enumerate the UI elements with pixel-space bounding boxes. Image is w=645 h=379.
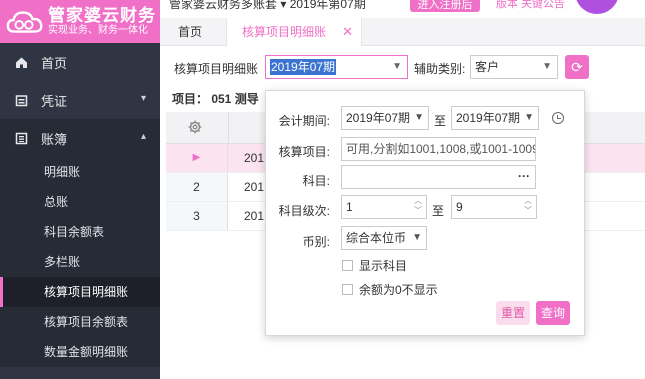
- row-index: 3: [166, 202, 228, 230]
- toolbar: 核算项目明细账 2019年07期 ▼ 辅助类别: 客户 ▼ ⟳: [160, 46, 645, 88]
- clock-icon[interactable]: [552, 112, 564, 124]
- company-selector[interactable]: 管家婆云财务多账套 ▾ 2019年第07期: [169, 0, 366, 12]
- tab-home[interactable]: 首页: [160, 18, 226, 46]
- period-from-select[interactable]: 2019年07期 ▼: [341, 106, 429, 130]
- chevron-down-icon: ▼: [414, 112, 424, 123]
- tab-label: 核算项目明细账: [242, 25, 327, 39]
- sidebar-subitem-detail[interactable]: 明细账: [0, 157, 160, 187]
- stepper-icon[interactable]: ︿ ﹀: [524, 196, 532, 216]
- column-divider: [228, 112, 229, 144]
- sidebar-item-voucher[interactable]: 凭证 ▾: [0, 81, 160, 119]
- more-icon[interactable]: ···: [518, 166, 530, 187]
- refresh-button[interactable]: ⟳: [565, 55, 589, 79]
- aux-category-label: 辅助类别:: [414, 62, 466, 76]
- report-label: 核算项目明细账: [174, 62, 259, 76]
- to-label: 至: [434, 114, 447, 128]
- aux-category-value: 客户: [475, 60, 500, 74]
- checkbox-box[interactable]: [342, 260, 353, 271]
- chevron-down-icon: ▼: [412, 232, 422, 243]
- sidebar-subitem-item-detail[interactable]: 核算项目明细账: [0, 277, 160, 307]
- checkbox-box[interactable]: [342, 284, 353, 295]
- subject-input[interactable]: ···: [341, 165, 536, 189]
- period-to-select[interactable]: 2019年07期 ▼: [451, 106, 539, 130]
- cloud-logo-icon: [6, 10, 43, 33]
- filter-popup: 会计期间: 2019年07期 ▼ 至 2019年07期 ▼ 核算项目: 可用,分…: [265, 90, 585, 336]
- row-pointer-icon: ▶: [166, 144, 228, 172]
- item-label: 核算项目:: [278, 145, 330, 159]
- table-cell: 201: [244, 209, 265, 223]
- period-from-value: 2019年07期: [346, 111, 411, 125]
- to-label: 至: [432, 204, 445, 218]
- sidebar-item-books[interactable]: 账簿 ▴: [0, 119, 160, 157]
- sidebar-subitem-item-balance[interactable]: 核算项目余额表: [0, 307, 160, 337]
- sidebar-subitem-balance[interactable]: 科目余额表: [0, 217, 160, 247]
- logo-subtitle: 实现业务、财务一体化: [48, 25, 148, 37]
- period-value: 2019年07期: [270, 59, 337, 75]
- chevron-down-icon: ▼: [542, 61, 552, 72]
- currency-select[interactable]: 综合本位币 ▼: [341, 226, 427, 250]
- currency-label: 币别:: [302, 235, 330, 249]
- sidebar-item-label: 首页: [41, 55, 68, 71]
- tab-bar: 首页 核算项目明细账 ✕: [160, 18, 645, 46]
- stepper-icon[interactable]: ︿ ﹀: [414, 196, 422, 216]
- item-code-input[interactable]: 可用,分割如1001,1008,或1001-1009: [341, 137, 536, 161]
- sidebar-subitem-general[interactable]: 总账: [0, 187, 160, 217]
- level-from-value: 1: [346, 200, 353, 214]
- item-code-placeholder: 可用,分割如1001,1008,或1001-1009: [346, 142, 536, 156]
- chevron-up-icon: ▴: [140, 131, 146, 142]
- period-label: 会计期间:: [278, 114, 330, 128]
- refresh-icon: ⟳: [571, 59, 583, 75]
- level-from-stepper[interactable]: 1 ︿ ﹀: [341, 195, 427, 219]
- chevron-down-icon: ▼: [392, 61, 402, 72]
- sidebar-item-label: 凭证: [41, 93, 68, 109]
- hide-zero-checkbox[interactable]: 余额为0不显示: [342, 281, 438, 298]
- period-select[interactable]: 2019年07期 ▼: [265, 55, 408, 79]
- reset-button[interactable]: 重置: [496, 301, 530, 325]
- sidebar: 管家婆云财务 实现业务、财务一体化 首页 凭证 ▾ 账簿 ▴ 明细账 总账 科目…: [0, 0, 160, 379]
- table-cell: 201: [244, 180, 265, 194]
- tab-item-detail-ledger[interactable]: 核算项目明细账 ✕: [226, 18, 362, 46]
- sidebar-subitem-quantity-detail[interactable]: 数量金额明细账: [0, 337, 160, 367]
- level-to-value: 9: [456, 200, 463, 214]
- logo-title: 管家婆云财务: [48, 5, 156, 25]
- row-index: 2: [166, 173, 228, 201]
- currency-value: 综合本位币: [346, 231, 407, 245]
- tab-label: 首页: [178, 25, 203, 39]
- header-links[interactable]: 版本 关键公告: [496, 0, 565, 11]
- period-to-value: 2019年07期: [456, 111, 521, 125]
- subject-label: 科目:: [302, 174, 330, 188]
- voucher-icon: [14, 93, 28, 107]
- show-subject-checkbox[interactable]: 显示科目: [342, 257, 407, 274]
- aux-category-select[interactable]: 客户 ▼: [470, 55, 558, 79]
- gear-icon[interactable]: [188, 120, 202, 137]
- chevron-down-icon: ▾: [140, 93, 146, 104]
- level-to-stepper[interactable]: 9 ︿ ﹀: [451, 195, 537, 219]
- show-subject-label: 显示科目: [359, 259, 408, 273]
- query-button[interactable]: 查询: [536, 301, 570, 325]
- top-header: 管家婆云财务多账套 ▾ 2019年第07期 进入注册后 版本 关键公告: [160, 0, 645, 18]
- register-button[interactable]: 进入注册后: [410, 0, 480, 12]
- sidebar-item-home[interactable]: 首页: [0, 43, 160, 81]
- app-logo: 管家婆云财务 实现业务、财务一体化: [0, 0, 160, 43]
- hide-zero-label: 余额为0不显示: [359, 283, 438, 297]
- sidebar-subitem-multicolumn[interactable]: 多栏账: [0, 247, 160, 277]
- level-label: 科目级次:: [278, 204, 330, 218]
- book-icon: [14, 131, 28, 145]
- avatar[interactable]: [575, 0, 619, 14]
- chevron-down-icon: ▼: [524, 112, 534, 123]
- sidebar-item-label: 账簿: [41, 131, 68, 147]
- table-cell: 201: [244, 151, 265, 165]
- close-icon[interactable]: ✕: [342, 18, 353, 46]
- home-icon: [14, 55, 28, 69]
